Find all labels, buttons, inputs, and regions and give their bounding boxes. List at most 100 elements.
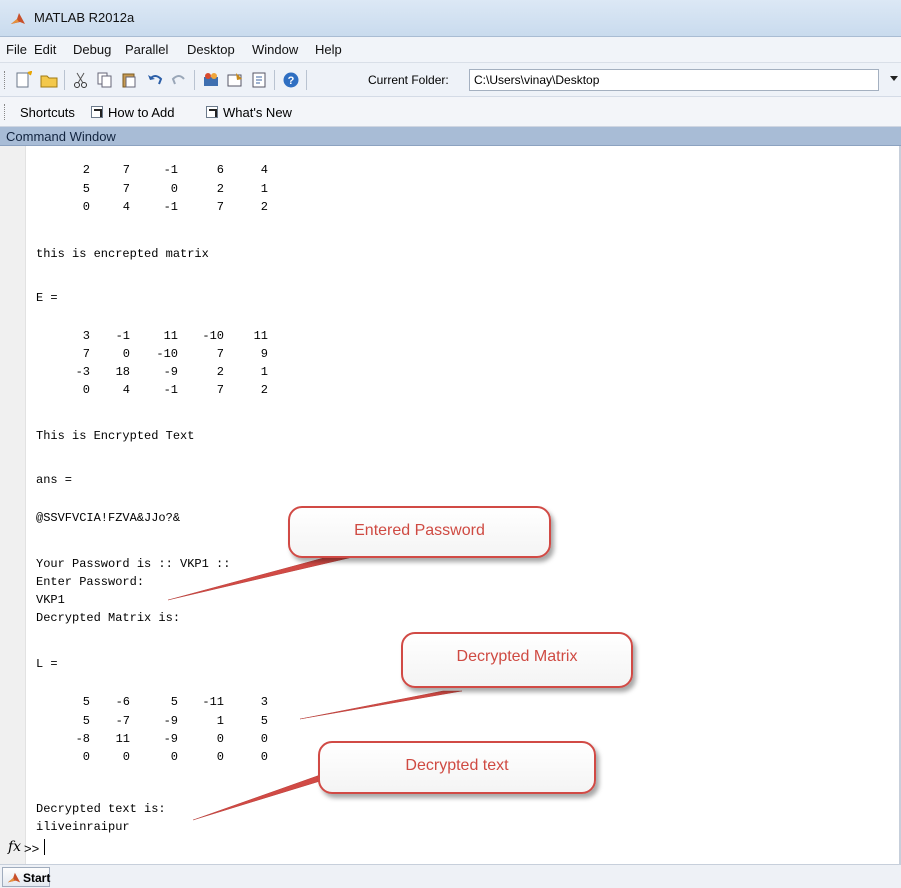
toolbar-separator bbox=[194, 70, 195, 90]
matrix-cell: 0 bbox=[122, 750, 130, 764]
e-header: E = bbox=[36, 291, 58, 305]
redo-icon[interactable] bbox=[170, 71, 188, 89]
matrix-cell: -1 bbox=[163, 383, 178, 397]
menu-help[interactable]: Help bbox=[315, 42, 342, 57]
open-folder-icon[interactable] bbox=[40, 71, 58, 89]
matrix-cell: 4 bbox=[122, 383, 130, 397]
l-header: L = bbox=[36, 657, 58, 671]
encrypted-text-msg: This is Encrypted Text bbox=[36, 429, 195, 443]
matrix-cell: -6 bbox=[115, 695, 130, 709]
how-to-add-link[interactable]: How to Add bbox=[108, 105, 175, 120]
matrix-cell: 11 bbox=[253, 329, 268, 343]
matrix-cell: -10 bbox=[156, 347, 178, 361]
current-folder-field[interactable]: C:\Users\vinay\Desktop bbox=[469, 69, 879, 91]
help-icon[interactable]: ? bbox=[282, 71, 300, 89]
undo-icon[interactable] bbox=[146, 71, 164, 89]
matrix-cell: 5 bbox=[82, 695, 90, 709]
password-line: Your Password is :: VKP1 :: bbox=[36, 557, 231, 571]
status-bar: Start bbox=[0, 864, 901, 888]
callout-decrypted-text: Decrypted text bbox=[318, 741, 596, 794]
command-window-gutter bbox=[0, 146, 26, 864]
menu-edit[interactable]: Edit bbox=[34, 42, 56, 57]
matrix-cell: 0 bbox=[216, 750, 224, 764]
matrix-cell: 1 bbox=[260, 365, 268, 379]
menu-bar: File Edit Debug Parallel Desktop Window … bbox=[0, 37, 901, 63]
window-title: MATLAB R2012a bbox=[34, 10, 135, 25]
new-file-icon[interactable] bbox=[14, 71, 32, 89]
matrix-cell: -9 bbox=[163, 714, 178, 728]
matrix-cell: 0 bbox=[82, 383, 90, 397]
command-window-header: Command Window bbox=[0, 127, 901, 146]
matrix-cell: 7 bbox=[82, 347, 90, 361]
matrix-cell: 5 bbox=[170, 695, 178, 709]
whats-new-link[interactable]: What's New bbox=[223, 105, 292, 120]
ans-header: ans = bbox=[36, 473, 73, 487]
matrix-cell: 0 bbox=[82, 750, 90, 764]
matrix-cell: 5 bbox=[82, 714, 90, 728]
shortcut-link-icon bbox=[206, 106, 218, 118]
matrix-cell: 7 bbox=[216, 383, 224, 397]
toolbar-grip[interactable] bbox=[4, 71, 6, 89]
callout-decrypted-matrix: Decrypted Matrix bbox=[401, 632, 633, 688]
matlab-logo-icon bbox=[7, 872, 21, 883]
matrix-cell: 0 bbox=[260, 750, 268, 764]
callout-entered-password-text: Entered Password bbox=[354, 522, 485, 539]
matrix-cell: -11 bbox=[202, 695, 224, 709]
toolbar: ? Current Folder: C:\Users\vinay\Desktop bbox=[0, 63, 901, 97]
matrix-cell: 2 bbox=[260, 200, 268, 214]
matrix-cell: 7 bbox=[122, 182, 130, 196]
matrix-cell: 2 bbox=[216, 365, 224, 379]
matrix-cell: 7 bbox=[122, 163, 130, 177]
chevron-down-icon[interactable] bbox=[890, 76, 898, 81]
matrix-cell: 1 bbox=[216, 714, 224, 728]
matrix-cell: 4 bbox=[122, 200, 130, 214]
ans-value: @SSVFVCIA!FZVA&JJo?& bbox=[36, 511, 181, 525]
profiler-icon[interactable] bbox=[250, 71, 268, 89]
matrix-cell: 4 bbox=[260, 163, 268, 177]
shortcuts-grip[interactable] bbox=[4, 104, 6, 120]
menu-debug[interactable]: Debug bbox=[73, 42, 111, 57]
simulink-icon[interactable] bbox=[202, 71, 220, 89]
cut-icon[interactable] bbox=[72, 71, 90, 89]
encrypted-matrix-msg: this is encrepted matrix bbox=[36, 247, 209, 261]
shortcuts-label[interactable]: Shortcuts bbox=[20, 105, 75, 120]
copy-icon[interactable] bbox=[96, 71, 114, 89]
matrix-cell: -1 bbox=[163, 163, 178, 177]
toolbar-separator bbox=[274, 70, 275, 90]
matrix-cell: 7 bbox=[216, 200, 224, 214]
toolbar-separator bbox=[306, 70, 307, 90]
guide-icon[interactable] bbox=[226, 71, 244, 89]
matrix-cell: 7 bbox=[216, 347, 224, 361]
matrix-cell: -3 bbox=[75, 365, 90, 379]
decrypted-text-msg: Decrypted text is: bbox=[36, 802, 166, 816]
start-label: Start bbox=[23, 871, 51, 885]
menu-file[interactable]: File bbox=[6, 42, 27, 57]
menu-window[interactable]: Window bbox=[252, 42, 298, 57]
matrix-cell: -8 bbox=[75, 732, 90, 746]
matrix-cell: 11 bbox=[163, 329, 178, 343]
menu-parallel[interactable]: Parallel bbox=[125, 42, 168, 57]
current-folder-label: Current Folder: bbox=[368, 73, 449, 87]
title-bar: MATLAB R2012a bbox=[0, 0, 901, 37]
toolbar-separator bbox=[64, 70, 65, 90]
matrix-cell: 3 bbox=[82, 329, 90, 343]
decrypted-text: iliveinraipur bbox=[36, 820, 130, 834]
shortcut-link-icon bbox=[91, 106, 103, 118]
callout-entered-password: Entered Password bbox=[288, 506, 551, 558]
command-window-title: Command Window bbox=[6, 129, 116, 144]
callout-decrypted-matrix-text: Decrypted Matrix bbox=[456, 648, 578, 665]
matrix-cell: -1 bbox=[163, 200, 178, 214]
text-caret[interactable] bbox=[44, 839, 45, 855]
function-browser-icon[interactable]: fx bbox=[8, 839, 21, 855]
paste-icon[interactable] bbox=[120, 71, 138, 89]
matrix-cell: 2 bbox=[82, 163, 90, 177]
matrix-cell: -7 bbox=[115, 714, 130, 728]
start-button[interactable]: Start bbox=[2, 867, 50, 887]
shortcuts-bar: Shortcuts How to Add What's New bbox=[0, 97, 901, 127]
matrix-cell: 0 bbox=[82, 200, 90, 214]
matrix-cell: -1 bbox=[115, 329, 130, 343]
matrix-cell: 11 bbox=[115, 732, 130, 746]
callout-decrypted-text-text: Decrypted text bbox=[405, 757, 509, 774]
menu-desktop[interactable]: Desktop bbox=[187, 42, 235, 57]
matlab-logo-icon bbox=[11, 13, 25, 24]
